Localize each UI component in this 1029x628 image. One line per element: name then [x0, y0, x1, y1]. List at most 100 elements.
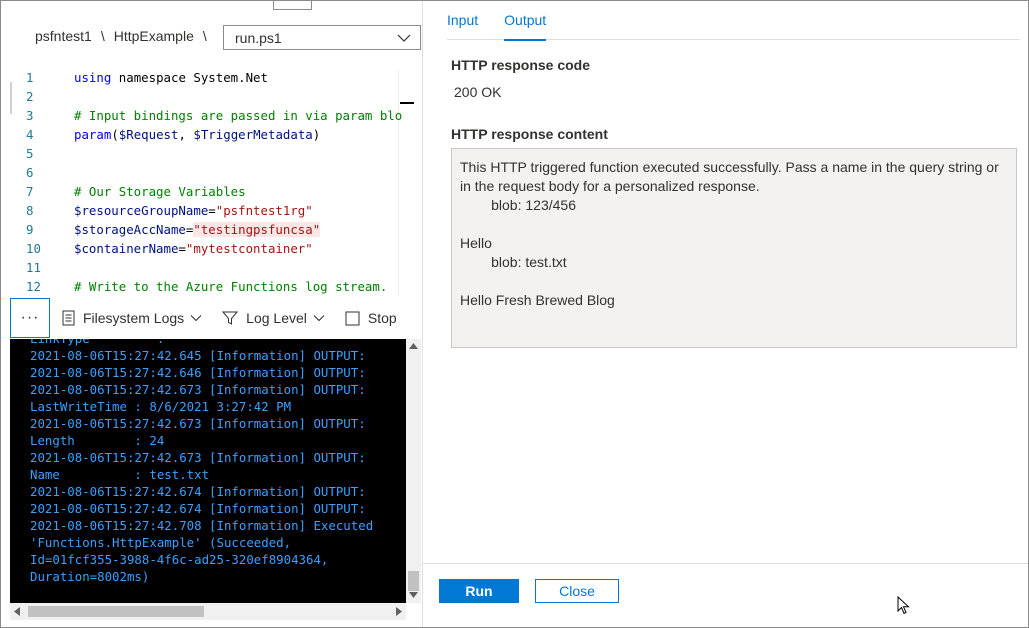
response-content-line: Hello: [460, 235, 492, 251]
code-text: $containerName="mytestcontainer": [74, 239, 313, 258]
chevron-down-icon: [313, 315, 325, 322]
console-line: 2021-08-06T15:27:42.674 [Information] OU…: [30, 484, 366, 499]
stop-label: Stop: [367, 310, 397, 326]
response-content-box[interactable]: This HTTP triggered function executed su…: [451, 148, 1017, 348]
console-vertical-scrollbar[interactable]: [406, 339, 421, 603]
chevron-down-icon: [190, 315, 202, 322]
line-number: 8: [26, 203, 34, 218]
code-token: # Input bindings are passed in via param…: [74, 108, 403, 123]
code-line[interactable]: 5: [10, 144, 415, 163]
code-token: # Write to the Azure Functions log strea…: [74, 279, 388, 294]
code-token: # Our Storage Variables: [74, 184, 246, 199]
filesystem-logs-dropdown[interactable]: Filesystem Logs: [62, 310, 210, 326]
log-level-dropdown[interactable]: Log Level: [222, 310, 333, 326]
code-line[interactable]: 10 $containerName="mytestcontainer": [10, 239, 415, 258]
code-token: $TriggerMetadata: [193, 127, 313, 142]
line-number: 12: [26, 279, 41, 294]
scroll-right-arrow-icon[interactable]: [396, 607, 402, 616]
breadcrumb-separator: \: [202, 28, 207, 44]
code-text: # Input bindings are passed in via param…: [74, 106, 402, 125]
console-scroll-thumb[interactable]: [408, 571, 419, 591]
scroll-up-arrow-icon[interactable]: [409, 343, 418, 349]
code-editor[interactable]: 1 using namespace System.Net 2 3 # Input bin…: [10, 58, 415, 296]
breadcrumb: psfntest1 \ HttpExample \: [35, 26, 216, 46]
code-line[interactable]: 4 param($Request, $TriggerMetadata): [10, 125, 415, 144]
code-token: =: [178, 241, 186, 256]
console-hscroll-thumb[interactable]: [28, 606, 204, 617]
stop-button[interactable]: Stop: [345, 310, 397, 326]
code-token: ,: [178, 127, 194, 142]
code-line[interactable]: 12 # Write to the Azure Functions log str…: [10, 277, 415, 296]
code-token: $storageAccName: [74, 222, 186, 237]
code-line[interactable]: 6: [10, 163, 415, 182]
stop-icon: [345, 311, 360, 325]
line-number: 2: [26, 89, 34, 104]
code-line[interactable]: 3 # Input bindings are passed in via para…: [10, 106, 415, 125]
more-options-button[interactable]: ···: [10, 298, 50, 338]
line-number: 4: [26, 127, 34, 142]
code-line[interactable]: 9 $storageAccName="testingpsfuncsa": [10, 220, 415, 239]
line-number: 9: [26, 222, 34, 237]
console-line: LinkType :: [30, 339, 164, 347]
console-horizontal-scrollbar[interactable]: [10, 603, 406, 620]
response-code-label: HTTP response code: [451, 57, 591, 73]
code-text: using namespace System.Net: [74, 68, 268, 87]
code-token: $containerName: [74, 241, 179, 256]
console-line: Duration=8002ms): [30, 569, 150, 584]
console-line: 2021-08-06T15:27:42.673 [Information] OU…: [30, 450, 366, 465]
console-line: 2021-08-06T15:27:42.674 [Information] OU…: [30, 501, 366, 516]
line-number: 7: [26, 184, 34, 199]
close-button[interactable]: Close: [535, 579, 619, 603]
log-console[interactable]: LinkType :2021-08-06T15:27:42.645 [Infor…: [10, 339, 406, 603]
filter-icon: [222, 311, 239, 325]
function-test-window: psfntest1 \ HttpExample \ run.ps1 1 using…: [0, 0, 1029, 628]
response-content-line: blob: 123/456: [460, 197, 576, 213]
scroll-left-arrow-icon[interactable]: [14, 607, 20, 616]
line-number: 3: [26, 108, 34, 123]
top-tab-stub[interactable]: [273, 1, 312, 10]
console-line: Length : 24: [30, 433, 165, 448]
console-line: 2021-08-06T15:27:42.673 [Information] OU…: [30, 416, 366, 431]
code-text: $storageAccName="testingpsfuncsa": [74, 220, 321, 239]
code-text: param($Request, $TriggerMetadata): [74, 125, 320, 144]
response-content-line: blob: test.txt: [460, 254, 567, 270]
response-content-line: This HTTP triggered function executed su…: [460, 159, 1003, 194]
tab-input[interactable]: Input: [447, 1, 478, 40]
code-line[interactable]: 1 using namespace System.Net: [10, 68, 415, 87]
tab-output[interactable]: Output: [504, 1, 547, 41]
response-content-label: HTTP response content: [451, 126, 608, 142]
breadcrumb-separator: \: [100, 28, 105, 44]
code-line[interactable]: 7 # Our Storage Variables: [10, 182, 415, 201]
panel-tabs: Input Output: [447, 1, 1020, 41]
mouse-pointer-icon: [897, 596, 910, 615]
code-line[interactable]: 8 $resourceGroupName="psfntest1rg": [10, 201, 415, 220]
code-text: # Write to the Azure Functions log strea…: [74, 277, 387, 296]
code-line[interactable]: 11: [10, 258, 415, 277]
code-token: $resourceGroupName: [74, 203, 209, 218]
code-token: "testingpsfuncsa": [193, 222, 321, 237]
code-token: =: [208, 203, 216, 218]
console-line: 2021-08-06T15:27:42.708 [Information] Ex…: [30, 518, 374, 533]
line-number: 6: [26, 165, 34, 180]
response-content-line: [460, 215, 1008, 234]
filesystem-logs-label: Filesystem Logs: [83, 310, 185, 326]
line-number: 11: [26, 260, 41, 275]
log-level-label: Log Level: [246, 310, 307, 326]
code-text: # Our Storage Variables: [74, 182, 246, 201]
code-token: (: [111, 127, 119, 142]
console-line: Name : test.txt: [30, 467, 210, 482]
console-line: Id=01fcf355-3988-4f6c-ad25-320ef8904364,: [30, 552, 329, 567]
response-content-line: Hello Fresh Brewed Blog: [460, 292, 615, 308]
scroll-down-arrow-icon[interactable]: [409, 592, 418, 598]
breadcrumb-function[interactable]: HttpExample: [114, 28, 194, 44]
run-button[interactable]: Run: [439, 579, 519, 603]
code-token: "mytestcontainer": [185, 241, 313, 256]
file-select-dropdown[interactable]: run.ps1: [223, 25, 421, 50]
code-line[interactable]: 2: [10, 87, 415, 106]
code-token: namespace System.Net: [111, 70, 268, 85]
breadcrumb-app[interactable]: psfntest1: [35, 28, 92, 44]
code-token: ): [312, 127, 321, 142]
response-content-line: [460, 272, 1008, 291]
document-icon: [62, 310, 75, 326]
console-line: LastWriteTime : 8/6/2021 3:27:42 PM: [30, 399, 292, 414]
